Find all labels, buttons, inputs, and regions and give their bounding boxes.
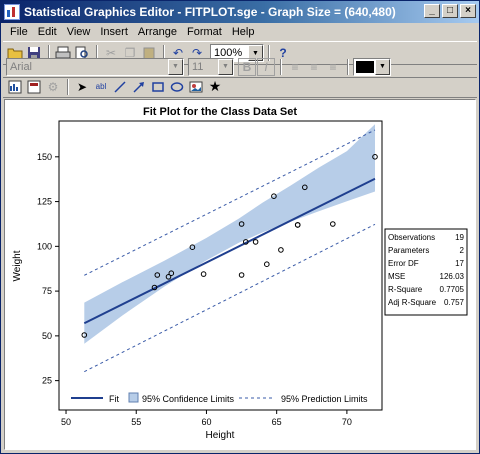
stat-value: 0.757 <box>444 298 465 307</box>
font-name-select[interactable]: Arial ▼ <box>6 57 184 76</box>
menu-insert[interactable]: Insert <box>95 26 133 38</box>
font-name-value: Arial <box>10 60 33 73</box>
pointer-icon[interactable]: ➤ <box>73 78 91 96</box>
data-point <box>330 221 336 227</box>
stat-value: 126.03 <box>440 272 465 281</box>
y-tick-label: 75 <box>42 286 52 296</box>
y-axis-label: Weight <box>12 250 23 281</box>
data-icon[interactable]: ⚙ <box>44 78 62 96</box>
toolbar-separator <box>280 58 282 75</box>
rectangle-icon[interactable] <box>149 78 167 96</box>
fit-line <box>83 177 376 325</box>
ellipse-icon[interactable] <box>168 78 186 96</box>
maximize-button[interactable]: □ <box>442 4 458 18</box>
stat-label: MSE <box>388 272 405 281</box>
stat-label: R-Square <box>388 285 423 294</box>
legend: Fit 95% Confidence Limits 95% Prediction… <box>71 392 368 404</box>
legend-prediction-label: 95% Prediction Limits <box>281 394 368 404</box>
format-toolbar: Arial ▼ 11 ▼ B I ≡ ≡ ≡ ▼ <box>3 56 477 78</box>
menu-bar: File Edit View Insert Arrange Format Hel… <box>1 23 479 41</box>
y-tick-label: 150 <box>37 152 52 162</box>
app-icon <box>4 4 20 20</box>
x-tick-label: 70 <box>342 417 352 427</box>
stat-value: 19 <box>455 233 464 242</box>
y-tick-label: 100 <box>37 241 52 251</box>
fit-plot-svg: Fit Plot for the Class Data Set 50 55 60 65… <box>12 106 468 441</box>
data-point <box>278 247 284 253</box>
star-icon[interactable]: ★ <box>206 78 224 96</box>
menu-help[interactable]: Help <box>227 26 260 38</box>
x-tick-label: 60 <box>201 417 211 427</box>
menu-edit[interactable]: Edit <box>33 26 62 38</box>
graph-style-icon[interactable] <box>25 78 43 96</box>
bold-button[interactable]: B <box>238 57 256 76</box>
window-title: Statistical Graphics Editor - FITPLOT.sg… <box>24 5 396 19</box>
menu-file[interactable]: File <box>5 26 33 38</box>
x-tick-label: 50 <box>61 417 71 427</box>
font-size-select[interactable]: 11 ▼ <box>188 57 234 76</box>
menu-arrange[interactable]: Arrange <box>133 26 182 38</box>
toolbar-separator <box>67 78 69 95</box>
toolbar-separator <box>347 58 349 75</box>
color-select[interactable]: ▼ <box>353 57 391 76</box>
title-bar[interactable]: Statistical Graphics Editor - FITPLOT.sg… <box>1 1 479 23</box>
x-axis-label: Height <box>206 430 235 441</box>
graph-canvas[interactable]: Fit Plot for the Class Data Set 50 55 60 65… <box>4 99 476 450</box>
align-right-icon[interactable]: ≡ <box>324 58 342 76</box>
align-center-icon[interactable]: ≡ <box>305 58 323 76</box>
font-size-value: 11 <box>192 60 204 73</box>
drawing-toolbar: ⚙ ➤ abl ★ <box>3 76 477 98</box>
chevron-down-icon[interactable]: ▼ <box>218 58 233 75</box>
minimize-button[interactable]: _ <box>424 4 440 18</box>
data-point <box>252 239 259 245</box>
text-icon[interactable]: abl <box>92 78 110 96</box>
y-tick-label: 25 <box>42 376 52 386</box>
italic-button[interactable]: I <box>257 57 275 76</box>
chevron-down-icon[interactable]: ▼ <box>168 58 183 75</box>
y-tick-label: 50 <box>42 331 52 341</box>
data-point <box>294 222 301 228</box>
arrow-icon[interactable] <box>130 78 148 96</box>
confidence-band <box>84 124 376 344</box>
chevron-down-icon[interactable]: ▼ <box>375 58 390 75</box>
legend-confidence-swatch <box>128 392 139 403</box>
legend-confidence-label: 95% Confidence Limits <box>142 394 235 404</box>
close-button[interactable]: × <box>460 4 476 18</box>
align-left-icon[interactable]: ≡ <box>286 58 304 76</box>
x-tick-label: 55 <box>131 417 141 427</box>
data-point <box>264 261 270 267</box>
data-point <box>238 272 245 278</box>
graph-properties-icon[interactable] <box>6 78 24 96</box>
legend-fit-label: Fit <box>109 394 119 404</box>
stats-table: Observations 19 Parameters 2 Error DF 17 MSE 12… <box>384 228 468 316</box>
stat-value: 17 <box>455 259 464 268</box>
x-tick-label: 65 <box>272 417 282 427</box>
stat-value: 2 <box>460 246 465 255</box>
menu-view[interactable]: View <box>62 26 96 38</box>
stat-label: Error DF <box>388 259 419 268</box>
menu-format[interactable]: Format <box>182 26 227 38</box>
y-tick-label: 125 <box>37 197 52 207</box>
editor-window: Statistical Graphics Editor - FITPLOT.sg… <box>0 0 480 454</box>
stat-label: Observations <box>388 233 435 242</box>
stat-label: Adj R-Square <box>388 298 437 307</box>
image-icon[interactable] <box>187 78 205 96</box>
color-swatch <box>356 60 374 73</box>
stat-value: 0.7705 <box>440 285 465 294</box>
line-icon[interactable] <box>111 78 129 96</box>
chart-title: Fit Plot for the Class Data Set <box>143 106 297 118</box>
stat-label: Parameters <box>388 246 429 255</box>
data-point <box>200 271 207 277</box>
